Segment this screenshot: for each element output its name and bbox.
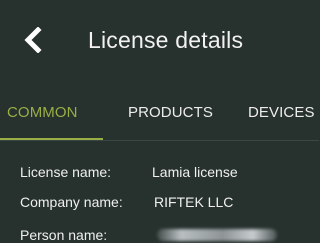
- page-title: License details: [88, 27, 244, 53]
- tab-common[interactable]: COMMON: [7, 104, 78, 121]
- person-name-redacted-value: [157, 229, 277, 241]
- company-name-label: Company name:: [20, 194, 123, 210]
- license-name-label: License name:: [20, 164, 112, 180]
- license-details-list: License name: Lamia license Company name…: [0, 141, 319, 243]
- tab-bar: COMMON PRODUCTS DEVICES: [0, 86, 319, 140]
- company-name-value: RIFTEK LLC: [154, 194, 234, 210]
- tab-devices[interactable]: DEVICES: [248, 104, 315, 121]
- license-name-value: Lamia license: [152, 164, 238, 180]
- app-bar: License details: [0, 0, 319, 86]
- license-details-screen: License details COMMON PRODUCTS DEVICES …: [0, 0, 319, 243]
- tab-products[interactable]: PRODUCTS: [128, 104, 213, 121]
- person-name-label: Person name:: [20, 227, 108, 243]
- back-chevron-icon[interactable]: [22, 26, 44, 54]
